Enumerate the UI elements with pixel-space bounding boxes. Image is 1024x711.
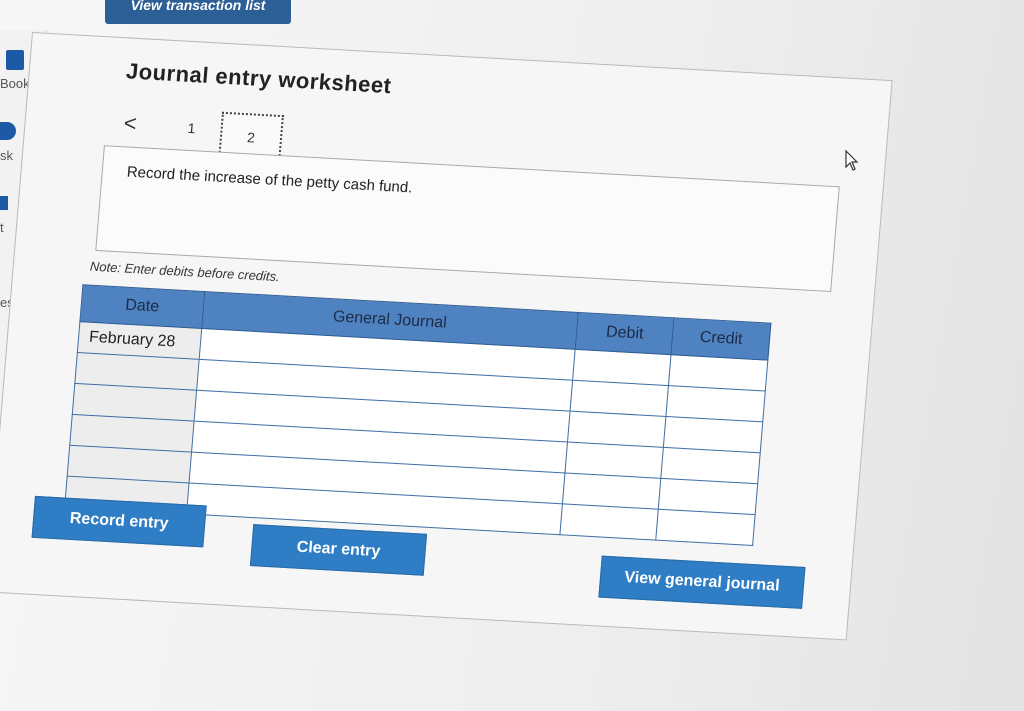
- credit-header: Credit: [671, 317, 771, 361]
- sidebar-item-book[interactable]: Book: [0, 76, 30, 91]
- note-text: Note: Enter debits before credits.: [89, 258, 281, 285]
- clear-entry-button[interactable]: Clear entry: [249, 524, 428, 576]
- sidebar-item-print[interactable]: t: [0, 220, 4, 235]
- instruction-text: Record the increase of the petty cash fu…: [126, 163, 414, 197]
- sidebar-item-ask[interactable]: sk: [0, 148, 13, 163]
- print-icon: [0, 196, 8, 210]
- screen: View transaction list Book sk t es Journ…: [0, 0, 1024, 711]
- view-general-journal-button[interactable]: View general journal: [598, 555, 806, 609]
- record-entry-button[interactable]: Record entry: [31, 495, 207, 548]
- page-title: Journal entry worksheet: [125, 58, 393, 99]
- view-transaction-list-tab[interactable]: View transaction list: [105, 0, 291, 24]
- journal-worksheet: Journal entry worksheet < 1 2 Record the…: [0, 32, 893, 641]
- ask-icon: [0, 122, 16, 140]
- credit-input[interactable]: [656, 509, 756, 546]
- debit-header: Debit: [575, 312, 675, 355]
- previous-page-icon[interactable]: <: [123, 110, 138, 137]
- page-1-link[interactable]: 1: [187, 120, 196, 136]
- mouse-cursor-icon: [845, 150, 859, 171]
- book-icon: [6, 50, 24, 70]
- debit-input[interactable]: [559, 503, 659, 541]
